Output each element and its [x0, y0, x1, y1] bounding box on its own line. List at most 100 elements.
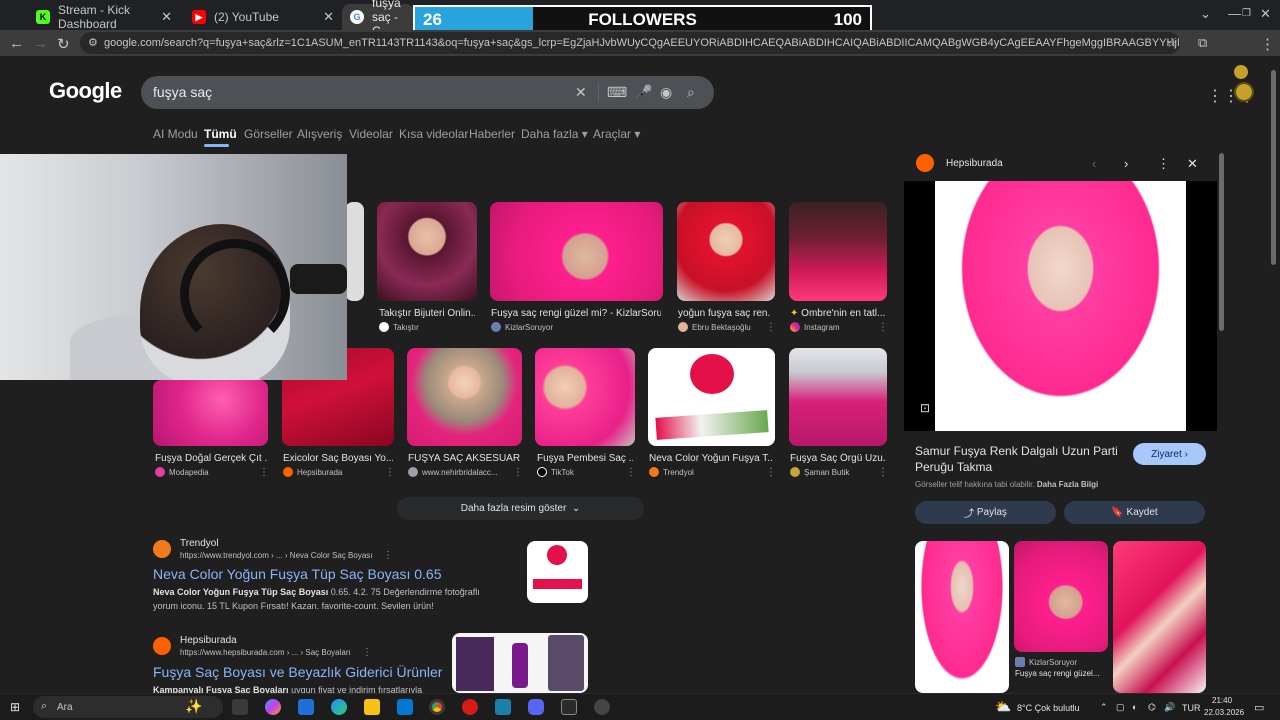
more-options-icon[interactable]: ⋮ [383, 550, 393, 561]
more-options-icon[interactable]: ⋮ [766, 467, 776, 478]
chevron-up-icon[interactable]: ⌃ [1100, 702, 1108, 713]
widgets-icon[interactable] [298, 699, 314, 715]
keyboard-icon[interactable]: ⌨ [607, 84, 627, 101]
close-panel-icon[interactable]: ✕ [1187, 156, 1198, 172]
previous-icon[interactable]: ‹ [1092, 156, 1096, 171]
image-source[interactable]: Trendyol [649, 467, 694, 477]
visit-button[interactable]: Ziyaret › [1133, 443, 1206, 465]
image-source[interactable]: KizlarSoruyor [491, 322, 553, 332]
back-icon[interactable]: ← [9, 35, 24, 52]
related-image[interactable] [915, 541, 1009, 693]
panel-scrollbar[interactable] [1219, 153, 1224, 331]
image-thumbnail[interactable] [789, 202, 887, 301]
related-image[interactable] [1113, 541, 1206, 693]
image-caption[interactable]: Fuşya saç rengi güzel mi? - KizlarSoru..… [491, 308, 661, 319]
image-thumbnail[interactable] [648, 348, 775, 446]
page-scrollbar[interactable] [1271, 70, 1276, 265]
account-avatar[interactable] [1234, 82, 1254, 102]
image-caption[interactable]: Takıştır Bijuteri Onlin... [379, 308, 475, 319]
trendyol-logo[interactable] [153, 540, 171, 558]
notifications-icon[interactable]: ▭ [1254, 701, 1264, 714]
image-source[interactable]: Hepsiburada [283, 467, 342, 477]
more-images-button[interactable]: Daha fazla resim göster ⌄ [397, 497, 644, 520]
chevron-down-icon[interactable]: ⌄ [1200, 6, 1211, 22]
search-box[interactable]: ✕ ⌨ 🎤 ◉ ⌕ [141, 76, 714, 109]
lens-icon[interactable]: ◉ [660, 84, 672, 101]
image-caption[interactable]: Fuşya Saç Örgü Uzu... [790, 453, 886, 464]
image-thumbnail[interactable] [377, 202, 477, 301]
copilot-icon[interactable] [265, 699, 281, 715]
image-thumbnail[interactable] [490, 202, 663, 301]
tab-short-videos[interactable]: Kısa videolar [399, 127, 468, 141]
lens-icon[interactable]: ⊡ [920, 401, 930, 415]
image-caption[interactable]: ✦ Ombre'nin en tatl... [790, 308, 885, 319]
tab-google-search[interactable]: G fuşya saç - G [342, 0, 414, 38]
opera-icon[interactable] [462, 699, 478, 715]
task-view-icon[interactable] [232, 699, 248, 715]
reload-icon[interactable]: ↻ [57, 35, 70, 53]
weather-icon[interactable]: ⛅ [995, 699, 1011, 715]
more-options-icon[interactable]: ⋮ [878, 467, 888, 478]
search-input[interactable] [153, 82, 553, 102]
image-thumbnail[interactable] [153, 380, 268, 446]
forward-icon[interactable]: → [33, 35, 48, 52]
image-caption[interactable]: Fuşya Pembesi Saç ... [537, 453, 633, 464]
image-source[interactable]: Ebru Bektaşoğlu [678, 322, 751, 332]
result-title[interactable]: Fuşya Saç Boyası ve Beyazlık Giderici Ür… [153, 664, 442, 680]
panel-preview-image[interactable]: ⊡ [904, 181, 1217, 431]
result-url[interactable]: https://www.hepsiburada.com › ... › Saç … [180, 648, 351, 657]
profile-avatar[interactable] [1234, 65, 1248, 79]
related-image-source[interactable]: KizlarSoruyor [1015, 657, 1077, 667]
edge-icon[interactable] [331, 699, 347, 715]
menu-icon[interactable]: ⋮ [1260, 35, 1275, 53]
more-options-icon[interactable]: ⋮ [259, 467, 269, 478]
close-icon[interactable]: ✕ [161, 9, 172, 25]
image-caption[interactable]: Neva Color Yoğun Fuşya T... [649, 453, 773, 464]
image-source[interactable]: TikTok [537, 467, 574, 477]
file-explorer-icon[interactable] [364, 699, 380, 715]
panel-source-name[interactable]: Hepsiburada [946, 158, 1003, 169]
tab-ai-mode[interactable]: AI Modu [153, 127, 198, 141]
obs-icon[interactable] [561, 699, 577, 715]
image-thumbnail[interactable] [535, 348, 635, 446]
more-options-icon[interactable]: ⋮ [362, 647, 372, 658]
result-thumbnail[interactable] [452, 633, 588, 693]
result-site-name[interactable]: Trendyol [180, 538, 219, 549]
tab-videos[interactable]: Videolar [349, 127, 393, 141]
app-icon[interactable] [594, 699, 610, 715]
search-icon[interactable]: ⌕ [687, 84, 695, 101]
clock-date[interactable]: 22.03.2026 [1204, 708, 1244, 717]
discord-icon[interactable] [528, 699, 544, 715]
result-url[interactable]: https://www.trendyol.com › ... › Neva Co… [180, 551, 373, 560]
tab-youtube[interactable]: ▶ (2) YouTube ✕ [184, 4, 342, 30]
image-caption[interactable]: FUŞYA SAÇ AKSESUARI [408, 453, 521, 464]
tab-shopping[interactable]: Alışveriş [297, 127, 342, 141]
restore-icon[interactable]: ❐ [1242, 8, 1251, 19]
image-source[interactable]: Takıştır [379, 322, 419, 332]
taskbar-search[interactable]: ⌕ Ara ✨ [33, 696, 223, 718]
result-site-name[interactable]: Hepsiburada [180, 635, 237, 646]
tab-kick-dashboard[interactable]: K Stream - Kick Dashboard ✕ [28, 3, 180, 31]
clock-time[interactable]: 21:40 [1212, 696, 1232, 705]
tray-icon[interactable]: ◐ [1132, 702, 1137, 712]
tab-images[interactable]: Görseller [244, 127, 293, 141]
result-thumbnail[interactable] [527, 541, 588, 603]
learn-more-link[interactable]: Daha Fazla Bilgi [1037, 480, 1098, 489]
tray-icon[interactable]: ▢ [1116, 702, 1125, 713]
close-icon[interactable]: ✕ [323, 9, 334, 25]
image-source[interactable]: Modapedia [155, 467, 209, 477]
share-button[interactable]: ⤴ Paylaş [915, 501, 1056, 524]
bookmark-star-icon[interactable]: ☆ [1166, 35, 1178, 51]
address-bar[interactable]: ⚙ google.com/search?q=fuşya+saç&rlz=1C1A… [80, 32, 1180, 54]
image-thumbnail[interactable] [407, 348, 522, 446]
save-button[interactable]: 🔖 Kaydet [1064, 501, 1205, 524]
tab-news[interactable]: Haberler [469, 127, 515, 141]
hepsiburada-logo[interactable] [916, 154, 934, 172]
tab-all[interactable]: Tümü [204, 127, 237, 141]
image-thumbnail[interactable] [345, 202, 364, 301]
network-icon[interactable]: ⌬ [1148, 702, 1156, 713]
image-source[interactable]: Şaman Butik [790, 467, 849, 477]
clear-icon[interactable]: ✕ [575, 84, 587, 101]
image-caption[interactable]: Exicolor Saç Boyası Yo... [283, 453, 393, 464]
image-source[interactable]: Instagram [790, 322, 840, 332]
